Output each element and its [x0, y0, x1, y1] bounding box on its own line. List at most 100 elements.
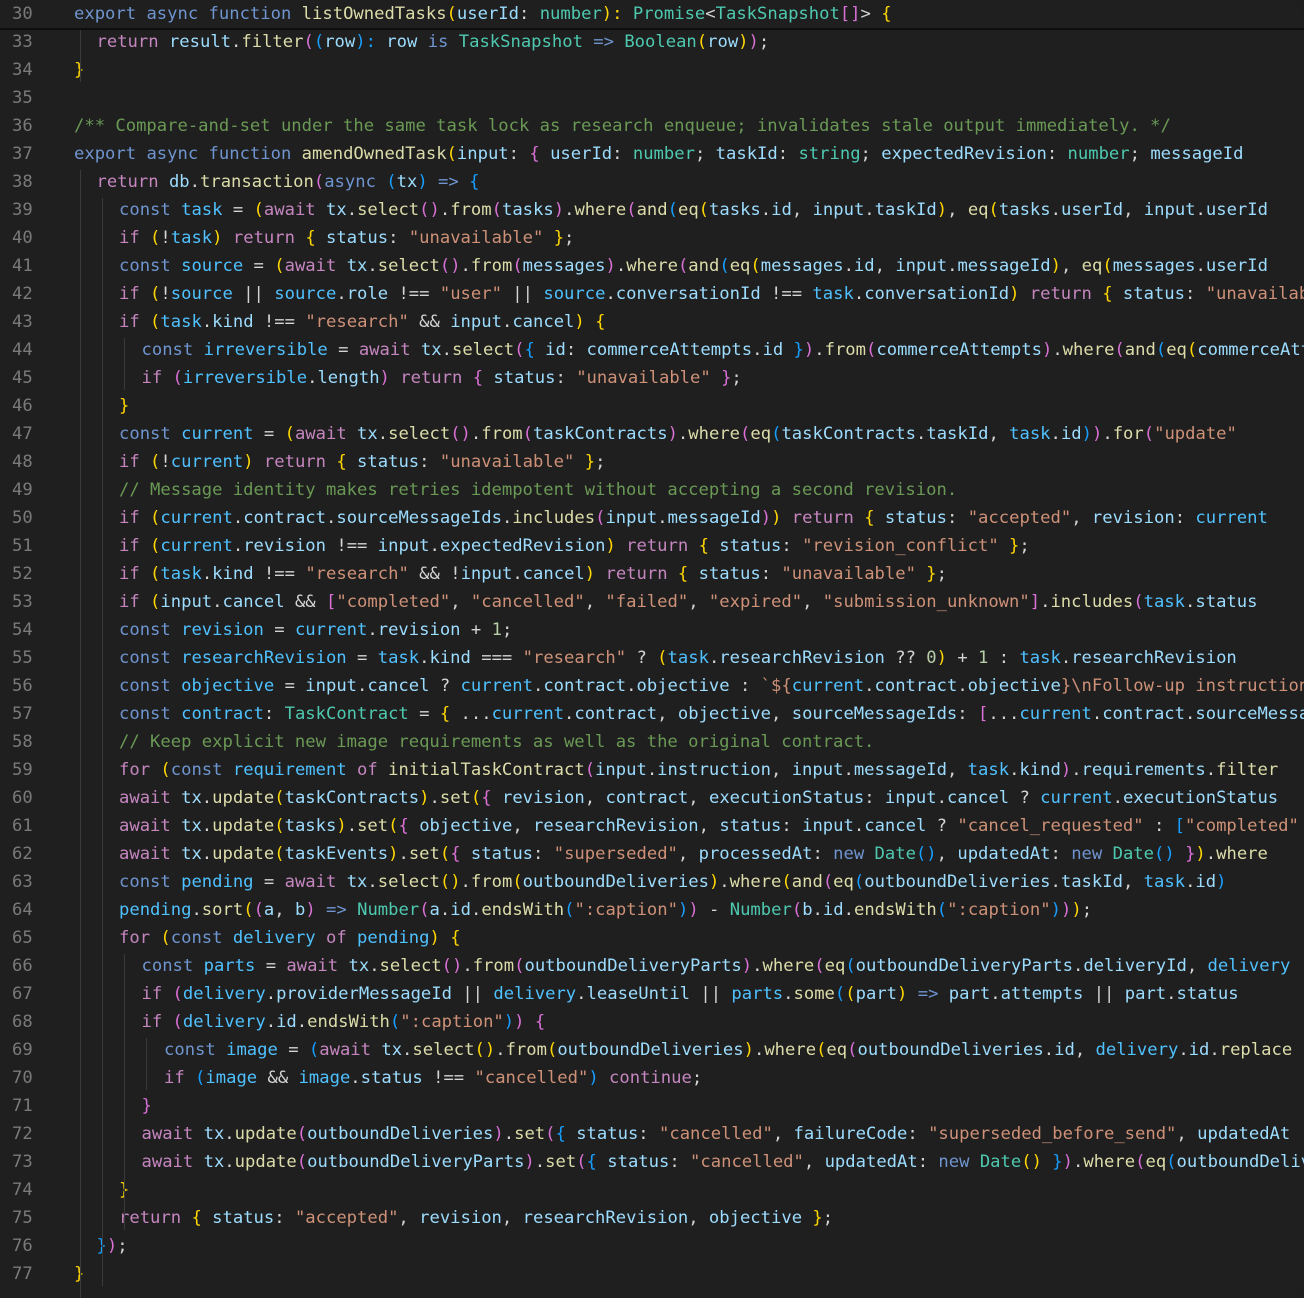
code-token: Date [874, 844, 916, 864]
code-line[interactable]: 70 if (image && image.status !== "cancell… [0, 1064, 1304, 1092]
code-token: tx [357, 424, 378, 444]
code-token: || [462, 984, 494, 1004]
code-line[interactable]: 60 await tx.update(taskContracts).set({ r… [0, 784, 1304, 812]
code-line[interactable]: 43 if (task.kind !== "research" && input.… [0, 308, 1304, 336]
code-line[interactable]: 35 [0, 84, 1304, 112]
code-token: ( [274, 844, 285, 864]
code-line[interactable]: 59 for (const requirement of initialTaskC… [0, 756, 1304, 784]
code-token: . [957, 676, 968, 696]
code-line[interactable]: 76}); [0, 1232, 1304, 1260]
code-line[interactable]: 68 if (delivery.id.endsWith(":caption")) … [0, 1008, 1304, 1036]
code-token: = [274, 620, 295, 640]
code-token: where [1083, 1152, 1136, 1172]
code-line[interactable]: 73 await tx.update(outboundDeliveryParts)… [0, 1148, 1304, 1176]
code-line[interactable]: 50 if (current.contract.sourceMessageIds.… [0, 504, 1304, 532]
code-token: objective [677, 704, 772, 724]
code-line[interactable]: 54 const revision = current.revision + 1; [0, 616, 1304, 644]
code-token: => [438, 172, 470, 192]
code-line[interactable]: 56 const objective = input.cancel ? curre… [0, 672, 1304, 700]
code-line[interactable]: 77} [0, 1260, 1304, 1288]
code-line[interactable]: 51 if (current.revision !== input.expecte… [0, 532, 1304, 560]
code-token: researchRevision [1071, 648, 1237, 668]
code-line[interactable]: 34} [0, 56, 1304, 84]
code-token: const [119, 256, 182, 276]
line-number: 69 [12, 1040, 33, 1060]
code-token: conversationId [864, 284, 1010, 304]
code-token: from [470, 256, 513, 276]
code-token: part [855, 984, 898, 1004]
code-token: return [1029, 284, 1103, 304]
code-token: id [276, 1012, 297, 1032]
code-line[interactable]: 67 if (delivery.providerMessageId || deli… [0, 980, 1304, 1008]
code-token: await [263, 200, 326, 220]
code-line[interactable]: 37 export async function amendOwnedTask(i… [0, 140, 1304, 168]
code-line[interactable]: 48 if (!current) return { status: "unavai… [0, 448, 1304, 476]
code-token: status [470, 844, 534, 864]
code-token: = [357, 648, 378, 668]
code-line[interactable]: 72 await tx.update(outboundDeliveries).se… [0, 1120, 1304, 1148]
code-line[interactable]: 55 const researchRevision = task.kind ===… [0, 644, 1304, 672]
code-line[interactable]: 40 if (!task) return { status: "unavailab… [0, 224, 1304, 252]
code-line[interactable]: 46} [0, 392, 1304, 420]
code-token: current [491, 704, 565, 724]
code-token: , [947, 200, 968, 220]
code-token: await [141, 1152, 204, 1172]
code-token: . [460, 256, 471, 276]
code-line[interactable]: 61 await tx.update(tasks).set({ objective… [0, 812, 1304, 840]
code-token: 0 [926, 648, 937, 668]
code-editor[interactable]: 30 export async function listOwnedTasks(u… [0, 0, 1304, 1298]
code-token: length [317, 368, 380, 388]
code-line[interactable]: 33 return result.filter((row): row is Tas… [0, 28, 1304, 56]
code-line[interactable]: 53 if (input.cancel && ["completed", "can… [0, 588, 1304, 616]
code-line[interactable]: 74} [0, 1176, 1304, 1204]
code-token: ( [150, 284, 161, 304]
code-token: objective [967, 676, 1061, 696]
code-line[interactable]: 45 if (irreversible.length) return { stat… [0, 364, 1304, 392]
code-token: set [545, 1152, 577, 1172]
code-token: and [688, 256, 720, 276]
code-line[interactable]: 49 // Message identity makes retries idem… [0, 476, 1304, 504]
code-line[interactable]: 36 /** Compare-and-set under the same tas… [0, 112, 1304, 140]
code-line[interactable]: 42 if (!source || source.role !== "user" … [0, 280, 1304, 308]
code-token: , [1186, 956, 1208, 976]
code-line[interactable]: 65 for (const delivery of pending) { [0, 924, 1304, 952]
code-token: // Message identity makes retries idempo… [119, 480, 958, 500]
code-line[interactable]: 47 const current = (await tx.select().fro… [0, 420, 1304, 448]
code-token: { [398, 816, 420, 836]
code-line[interactable]: 64 pending.sort((a, b) => Number(a.id.end… [0, 896, 1304, 924]
code-token: new [938, 1152, 980, 1172]
code-line[interactable]: 75 return { status: "accepted", revision,… [0, 1204, 1304, 1232]
code-token: const [119, 676, 182, 696]
code-token: task [377, 648, 420, 668]
code-line[interactable]: 57 const contract: TaskContract = { ...cu… [0, 700, 1304, 728]
code-token: outboundDeliveryParts [855, 956, 1073, 976]
code-token: where [574, 200, 627, 220]
code-line[interactable]: 38 return db.transaction(async (tx) => { [0, 168, 1304, 196]
code-line[interactable]: 71} [0, 1092, 1304, 1120]
code-token: "expired" [708, 592, 803, 612]
code-token: ( [150, 564, 161, 584]
code-token: ( [545, 1124, 556, 1144]
code-token: : [1050, 844, 1072, 864]
code-token: ( [696, 32, 708, 52]
code-line[interactable]: 41 const source = (await tx.select().from… [0, 252, 1304, 280]
code-line[interactable]: 44 const irreversible = await tx.select({… [0, 336, 1304, 364]
code-token: if [119, 228, 151, 248]
code-line[interactable]: 39 const task = (await tx.select().from(t… [0, 196, 1304, 224]
code-line[interactable]: 63 const pending = await tx.select().from… [0, 868, 1304, 896]
sticky-scroll-line[interactable]: 30 export async function listOwnedTasks(u… [0, 0, 1304, 30]
code-line[interactable]: 66 const parts = await tx.select().from(o… [0, 952, 1304, 980]
code-token: current [294, 620, 368, 640]
code-token: , [584, 592, 606, 612]
code-token: id [853, 256, 875, 276]
code-token: . [429, 788, 440, 808]
code-token: . [853, 816, 865, 836]
code-line[interactable]: 62 await tx.update(taskEvents).set({ stat… [0, 840, 1304, 868]
indent-guide [102, 198, 103, 1286]
code-token: from [505, 1040, 547, 1060]
code-line[interactable]: 58 // Keep explicit new image requirement… [0, 728, 1304, 756]
code-token: ) [1060, 900, 1072, 920]
code-token: eq [750, 424, 772, 444]
code-line[interactable]: 69 const image = (await tx.select().from(… [0, 1036, 1304, 1064]
code-line[interactable]: 52 if (task.kind !== "research" && !input… [0, 560, 1304, 588]
